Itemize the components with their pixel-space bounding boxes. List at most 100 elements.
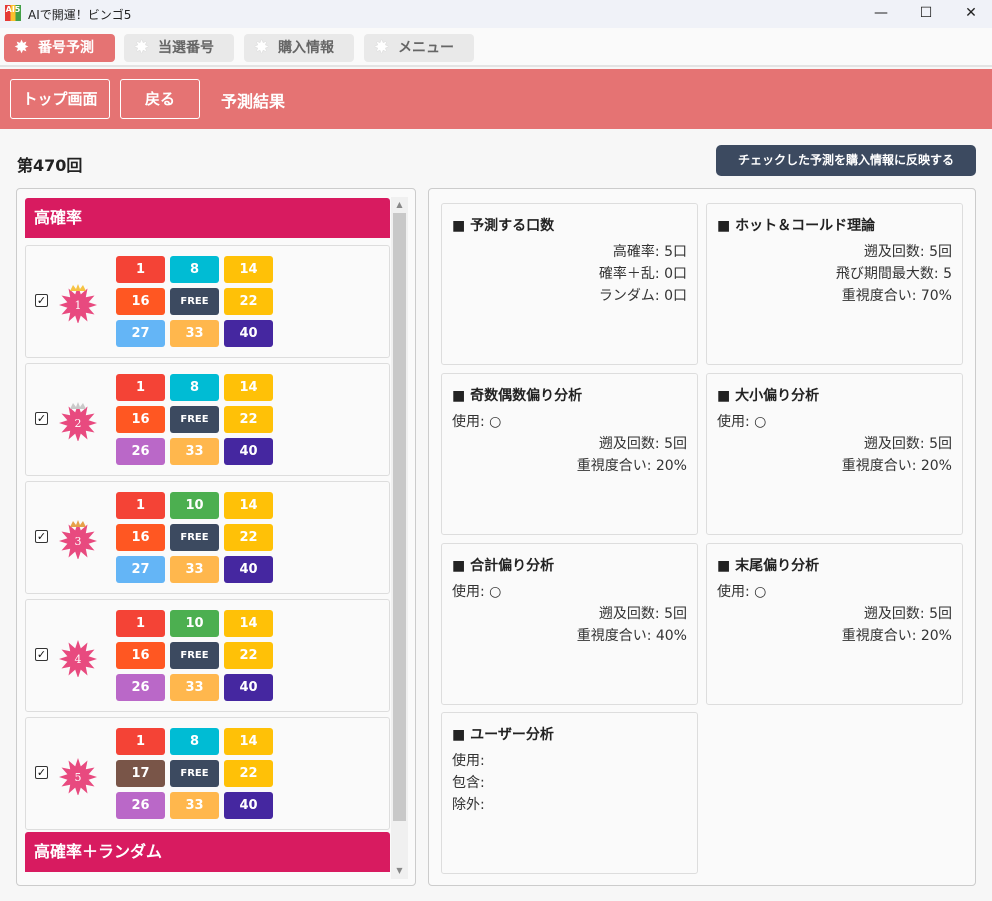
free-cell: FREE xyxy=(170,642,219,669)
number-cell: 1 xyxy=(116,256,165,283)
number-cell: 33 xyxy=(170,320,219,347)
number-cell: 22 xyxy=(224,524,273,551)
number-cell: 1 xyxy=(116,374,165,401)
crown-icon xyxy=(70,402,86,409)
analysis-card-value: 確率＋乱: 0口 xyxy=(598,266,687,282)
analysis-card-value: 使用: xyxy=(452,753,485,769)
analysis-card-value: 包含: xyxy=(452,775,485,791)
number-cell: 22 xyxy=(224,406,273,433)
analysis-card: ■ 合計偏り分析 使用: ○ 遡及回数: 5回 重視度合い: 40% xyxy=(441,543,698,705)
scroll-up-icon[interactable]: ▲ xyxy=(391,197,408,213)
number-cell: 1 xyxy=(116,610,165,637)
analysis-card: ■ 末尾偏り分析 使用: ○ 遡及回数: 5回 重視度合い: 20% xyxy=(706,543,963,705)
number-cell: 8 xyxy=(170,256,219,283)
title-bar: AI5 AIで開運！ビンゴ5 — ☐ ✕ xyxy=(0,0,992,28)
number-cell: 33 xyxy=(170,556,219,583)
analysis-card-title: ■ ユーザー分析 xyxy=(452,727,554,743)
number-cell: 14 xyxy=(224,492,273,519)
starburst-icon: ✸ xyxy=(254,37,270,58)
window-title: AIで開運！ビンゴ5 xyxy=(28,8,132,22)
number-cell: 14 xyxy=(224,256,273,283)
analysis-card-value: ランダム: 0口 xyxy=(598,288,687,304)
analysis-card-value: 遡及回数: 5回 xyxy=(598,436,687,452)
analysis-card-title: ■ 大小偏り分析 xyxy=(717,388,820,404)
analysis-card-value: 重視度合い: 20% xyxy=(841,458,952,474)
number-cell: 8 xyxy=(170,374,219,401)
top-screen-button[interactable]: トップ画面 xyxy=(10,79,110,119)
number-cell: 22 xyxy=(224,642,273,669)
analysis-card-title: ■ 奇数偶数偏り分析 xyxy=(452,388,583,404)
number-cell: 1 xyxy=(116,728,165,755)
scroll-thumb[interactable] xyxy=(393,213,406,821)
apply-to-purchase-button[interactable]: チェックした予測を購入情報に反映する xyxy=(716,145,976,176)
analysis-card-value: 重視度合い: 20% xyxy=(576,458,687,474)
page-header: トップ画面 戻る 予測結果 xyxy=(0,69,992,129)
analysis-card-value: 使用: ○ xyxy=(452,414,502,430)
starburst-icon: ✸ xyxy=(134,37,150,58)
maximize-button[interactable]: ☐ xyxy=(903,0,949,28)
number-cell: 1 xyxy=(116,492,165,519)
rank-number: 5 xyxy=(75,771,82,784)
number-cell: 16 xyxy=(116,642,165,669)
tab-prediction[interactable]: ✸ 番号予測 xyxy=(4,34,115,62)
prediction-checkbox[interactable]: ✓ xyxy=(35,648,48,661)
analysis-card-value: 高確率: 5口 xyxy=(612,244,687,260)
analysis-card-title: ■ ホット＆コールド理論 xyxy=(717,218,876,234)
minimize-button[interactable]: — xyxy=(858,0,904,28)
number-cell: 16 xyxy=(116,524,165,551)
analysis-card-value: 除外: xyxy=(452,797,485,813)
tab-winning-numbers[interactable]: ✸ 当選番号 xyxy=(124,34,234,62)
back-button[interactable]: 戻る xyxy=(120,79,200,119)
prediction-list-panel[interactable]: 高確率 ✓ 1 1 8 14 16 FREE 22 27 33 40 ✓ 2 1 8 14 16 FREE 22 26… xyxy=(16,188,416,886)
app-logo-icon: AI5 xyxy=(5,5,21,21)
tab-label: メニュー xyxy=(398,40,454,56)
prediction-checkbox[interactable]: ✓ xyxy=(35,530,48,543)
draw-number: 第470回 xyxy=(17,156,83,175)
analysis-card: ■ 奇数偶数偏り分析 使用: ○ 遡及回数: 5回重視度合い: 20% xyxy=(441,373,698,535)
tab-label: 当選番号 xyxy=(158,40,214,56)
prediction-checkbox[interactable]: ✓ xyxy=(35,294,48,307)
number-cell: 26 xyxy=(116,674,165,701)
number-cell: 10 xyxy=(170,610,219,637)
crown-icon xyxy=(70,284,86,291)
number-cell: 8 xyxy=(170,728,219,755)
tab-purchase-info[interactable]: ✸ 購入情報 xyxy=(244,34,354,62)
number-cell: 40 xyxy=(224,674,273,701)
analysis-card-value: 重視度合い: 40% xyxy=(576,628,687,644)
number-cell: 14 xyxy=(224,728,273,755)
number-cell: 22 xyxy=(224,288,273,315)
analysis-card-value: 重視度合い: 20% xyxy=(841,628,952,644)
tab-menu[interactable]: ✸ メニュー xyxy=(364,34,474,62)
number-cell: 17 xyxy=(116,760,165,787)
analysis-card-value: 遡及回数: 5回 xyxy=(863,436,952,452)
analysis-card-value: 遡及回数: 5回 xyxy=(863,244,952,260)
tab-bar: ✸ 番号予測 ✸ 当選番号 ✸ 購入情報 ✸ メニュー xyxy=(0,28,992,67)
number-cell: 33 xyxy=(170,792,219,819)
number-cell: 27 xyxy=(116,556,165,583)
analysis-card-value: 遡及回数: 5回 xyxy=(863,606,952,622)
scrollbar[interactable]: ▲ ▼ xyxy=(391,197,408,879)
settings-summary-panel: ■ 予測する口数高確率: 5口確率＋乱: 0口 ランダム: 0口 ■ ホット＆コール… xyxy=(428,188,976,886)
rank-number: 3 xyxy=(75,535,82,548)
starburst-icon: ✸ xyxy=(374,37,390,58)
analysis-card-value: 飛び期間最大数: 5 xyxy=(835,266,952,282)
analysis-card: ■ 予測する口数高確率: 5口確率＋乱: 0口 ランダム: 0口 xyxy=(441,203,698,365)
starburst-icon: ✸ xyxy=(14,37,30,58)
rank-starburst-icon: 1 xyxy=(59,284,97,323)
close-button[interactable]: ✕ xyxy=(948,0,992,28)
crown-icon xyxy=(70,520,86,527)
free-cell: FREE xyxy=(170,406,219,433)
analysis-card-title: ■ 末尾偏り分析 xyxy=(717,558,820,574)
prediction-card: ✓ 1 1 8 14 16 FREE 22 27 33 40 xyxy=(25,245,390,358)
rank-number: 4 xyxy=(75,653,82,666)
number-cell: 40 xyxy=(224,556,273,583)
page-title: 予測結果 xyxy=(221,92,286,111)
prediction-checkbox[interactable]: ✓ xyxy=(35,766,48,779)
analysis-card: ■ 大小偏り分析 使用: ○ 遡及回数: 5回 重視度合い: 20% xyxy=(706,373,963,535)
analysis-card-title: ■ 予測する口数 xyxy=(452,218,555,234)
rank-starburst-icon: 5 xyxy=(59,758,97,795)
prediction-checkbox[interactable]: ✓ xyxy=(35,412,48,425)
scroll-down-icon[interactable]: ▼ xyxy=(391,863,408,879)
analysis-card: ■ ホット＆コールド理論 遡及回数: 5回 飛び期間最大数: 5 重視度合い: 70% xyxy=(706,203,963,365)
free-cell: FREE xyxy=(170,524,219,551)
